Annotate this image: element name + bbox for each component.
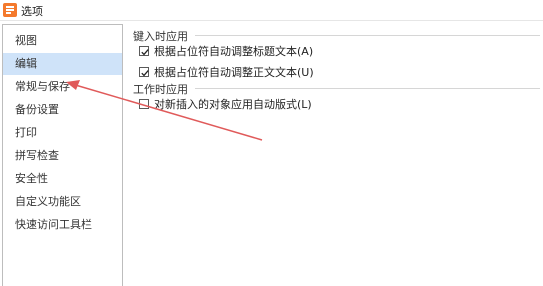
checkbox-autofit-body[interactable] (139, 67, 149, 77)
option-label: 对新插入的对象应用自动版式(L) (154, 98, 312, 111)
title-bar: 选项 (0, 0, 543, 21)
sidebar-item-security[interactable]: 安全性 (3, 168, 122, 190)
group-divider (195, 35, 540, 36)
edit-settings-panel: 键入时应用 根据占位符自动调整标题文本(A) 根据占位符自动调整正文文本(U) … (125, 24, 543, 286)
option-label: 根据占位符自动调整标题文本(A) (154, 45, 314, 58)
option-autofit-title[interactable]: 根据占位符自动调整标题文本(A) (139, 43, 313, 59)
checkbox-auto-layout[interactable] (139, 99, 149, 109)
sidebar-item-print[interactable]: 打印 (3, 122, 122, 144)
options-sidebar: 视图 编辑 常规与保存 备份设置 打印 拼写检查 安全性 自定义功能区 快速访问… (2, 24, 123, 286)
sidebar-item-customize-ribbon[interactable]: 自定义功能区 (3, 191, 122, 213)
checkbox-autofit-title[interactable] (139, 46, 149, 56)
sidebar-item-edit[interactable]: 编辑 (3, 53, 122, 75)
sidebar-item-general-save[interactable]: 常规与保存 (3, 76, 122, 98)
window-title: 选项 (21, 5, 43, 18)
checkmark-icon (141, 49, 149, 56)
sidebar-item-spellcheck[interactable]: 拼写检查 (3, 145, 122, 167)
sidebar-item-backup[interactable]: 备份设置 (3, 99, 122, 121)
sidebar-item-quick-access-toolbar[interactable]: 快速访问工具栏 (3, 214, 122, 236)
group-title-working: 工作时应用 (133, 83, 188, 96)
group-divider (195, 88, 540, 89)
app-icon (3, 3, 17, 17)
sidebar-item-view[interactable]: 视图 (3, 30, 122, 52)
option-auto-layout[interactable]: 对新插入的对象应用自动版式(L) (139, 96, 312, 112)
checkmark-icon (141, 70, 149, 77)
option-label: 根据占位符自动调整正文文本(U) (154, 66, 314, 79)
group-title-typing: 键入时应用 (133, 30, 188, 43)
option-autofit-body[interactable]: 根据占位符自动调整正文文本(U) (139, 64, 314, 80)
